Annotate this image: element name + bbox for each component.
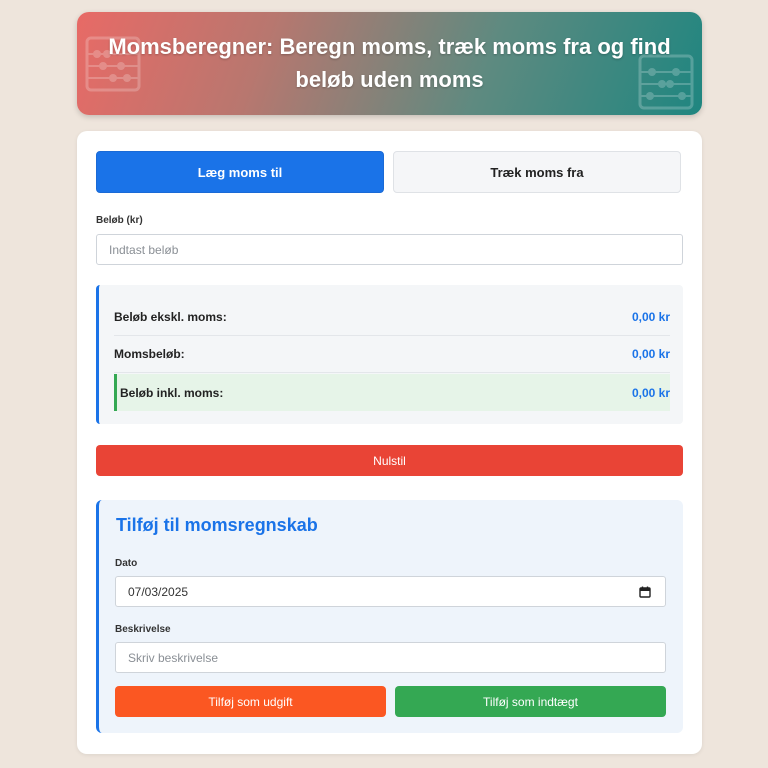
reset-button[interactable]: Nulstil <box>96 445 683 476</box>
calendar-icon[interactable] <box>639 586 651 598</box>
date-value: 07/03/2025 <box>128 584 189 599</box>
excl-vat-label: Beløb ekskl. moms: <box>114 310 227 324</box>
ledger-title: Tilføj til momsregnskab <box>116 515 318 535</box>
vat-amount-value: 0,00 kr <box>631 347 670 361</box>
tab-add-vat[interactable]: Læg moms til <box>96 151 384 193</box>
incl-vat-label: Beløb inkl. moms: <box>120 385 224 400</box>
tab-subtract-vat[interactable]: Træk moms fra <box>393 151 681 193</box>
excl-vat-value: 0,00 kr <box>631 310 670 324</box>
description-input[interactable] <box>115 642 666 673</box>
vat-amount-label: Momsbeløb: <box>114 347 185 361</box>
description-label: Beskrivelse <box>115 624 171 635</box>
result-row-vat: Momsbeløb: 0,00 kr <box>114 336 670 373</box>
amount-input[interactable] <box>96 234 683 265</box>
result-row-incl: Beløb inkl. moms: 0,00 kr <box>114 374 670 411</box>
amount-label: Beløb (kr) <box>96 215 143 226</box>
incl-vat-value: 0,00 kr <box>631 385 670 400</box>
date-label: Dato <box>115 558 138 569</box>
result-row-excl: Beløb ekskl. moms: 0,00 kr <box>114 299 670 336</box>
results-panel: Beløb ekskl. moms: 0,00 kr Momsbeløb: 0,… <box>96 285 683 424</box>
date-input[interactable]: 07/03/2025 <box>115 576 666 607</box>
add-income-button[interactable]: Tilføj som indtægt <box>395 686 666 717</box>
page-title: Momsberegner: Beregn moms, træk moms fra… <box>108 34 671 92</box>
calculator-card: Læg moms til Træk moms fra Beløb (kr) Be… <box>77 131 702 754</box>
add-expense-button[interactable]: Tilføj som udgift <box>115 686 386 717</box>
app-header: Momsberegner: Beregn moms, træk moms fra… <box>77 12 702 115</box>
ledger-section: Tilføj til momsregnskab Dato 07/03/2025 … <box>96 500 683 733</box>
